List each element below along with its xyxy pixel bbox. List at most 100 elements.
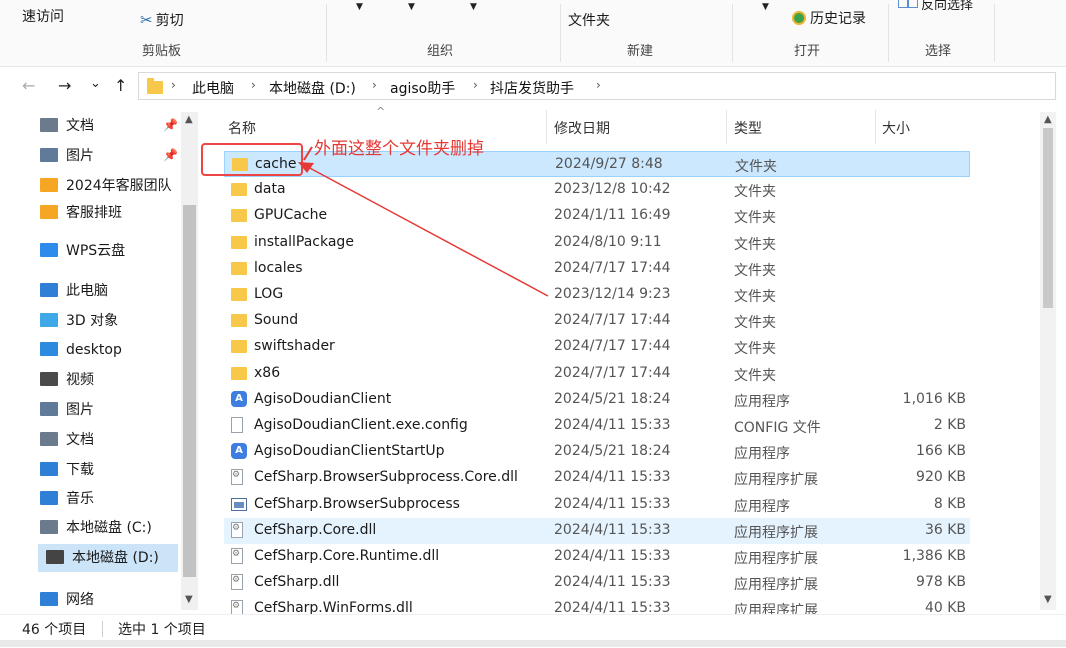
sidebar-item[interactable]: 视频: [40, 366, 94, 394]
recent-locations-icon[interactable]: ⌄: [90, 76, 101, 91]
column-header-type[interactable]: 类型: [734, 118, 762, 138]
file-date: 2024/4/11 15:33: [554, 574, 671, 591]
column-divider[interactable]: [726, 110, 727, 144]
3d-objects-icon: [40, 313, 58, 327]
file-type: 应用程序扩展: [734, 524, 818, 541]
chevron-down-icon[interactable]: ▼: [762, 2, 769, 12]
pin-icon[interactable]: 📌: [163, 148, 178, 162]
breadcrumb-this-pc[interactable]: 此电脑: [192, 78, 234, 98]
document-icon: [40, 118, 58, 132]
quick-access-label[interactable]: 速访问: [22, 6, 64, 26]
file-type: CONFIG 文件: [734, 420, 821, 436]
forward-icon[interactable]: →: [58, 76, 71, 95]
sidebar-scroll-thumb[interactable]: [183, 205, 196, 577]
file-name: GPUCache: [254, 207, 328, 224]
scroll-down-icon[interactable]: ▼: [185, 594, 193, 605]
file-row[interactable]: x86 2024/7/17 17:44 文件夹: [224, 361, 970, 387]
sidebar-item[interactable]: 文档: [40, 426, 94, 454]
file-name: CefSharp.dll: [254, 574, 340, 591]
file-type: 文件夹: [734, 184, 776, 201]
sidebar-item[interactable]: 图片: [40, 396, 94, 424]
chevron-right-icon[interactable]: ›: [473, 78, 478, 92]
breadcrumb-drive-d[interactable]: 本地磁盘 (D:): [269, 78, 356, 98]
window-bottom-edge: [0, 640, 1066, 647]
file-row[interactable]: CefSharp.Core.Runtime.dll 2024/4/11 15:33…: [224, 544, 970, 570]
scroll-up-icon[interactable]: ▲: [185, 114, 193, 125]
sidebar-item-label: WPS云盘: [66, 243, 126, 259]
group-open: 打开: [794, 44, 821, 59]
file-type: 文件夹: [735, 159, 777, 175]
chevron-down-icon[interactable]: ▼: [408, 2, 415, 12]
file-row[interactable]: locales 2024/7/17 17:44 文件夹: [224, 256, 970, 282]
back-icon[interactable]: ←: [22, 76, 35, 95]
breadcrumb-agiso[interactable]: agiso助手: [390, 78, 455, 98]
file-list-scroll-thumb[interactable]: [1043, 128, 1053, 308]
scroll-up-icon[interactable]: ▲: [1044, 114, 1052, 125]
file-date: 2024/5/21 18:24: [554, 390, 671, 407]
video-icon: [40, 372, 58, 386]
folder-icon: [147, 78, 163, 94]
sidebar-item[interactable]: 文档: [40, 112, 94, 140]
file-row[interactable]: A AgisoDoudianClientStartUp 2024/5/21 18:2…: [224, 439, 970, 465]
column-divider[interactable]: [875, 110, 876, 144]
sidebar-item[interactable]: WPS云盘: [40, 237, 125, 265]
sidebar-item[interactable]: 2024年客服团队: [40, 172, 172, 200]
up-icon[interactable]: ↑: [114, 76, 127, 95]
scroll-down-icon[interactable]: ▼: [1044, 594, 1052, 605]
file-row[interactable]: swiftshader 2024/7/17 17:44 文件夹: [224, 334, 970, 360]
file-row[interactable]: AgisoDoudianClient.exe.config 2024/4/11 1…: [224, 413, 970, 439]
sidebar-item[interactable]: 此电脑: [40, 277, 108, 305]
file-type: 文件夹: [734, 236, 776, 253]
column-divider[interactable]: [546, 110, 547, 144]
pin-icon[interactable]: 📌: [163, 118, 178, 132]
reverse-select-button[interactable]: 反向选择: [898, 0, 973, 13]
file-size: 1,386 KB: [902, 548, 966, 564]
sidebar-item[interactable]: 音乐: [40, 485, 94, 513]
sidebar-item[interactable]: 图片: [40, 142, 94, 170]
chevron-right-icon[interactable]: ›: [372, 78, 377, 92]
file-row[interactable]: GPUCache 2024/1/11 16:49 文件夹: [224, 203, 970, 229]
file-row[interactable]: CefSharp.BrowserSubprocess.Core.dll 2024/…: [224, 465, 970, 491]
column-header-name[interactable]: 名称: [228, 118, 256, 138]
sidebar-item[interactable]: 网络: [40, 586, 94, 614]
file-size: 978 KB: [916, 574, 966, 591]
file-row[interactable]: CefSharp.dll 2024/4/11 15:33 应用程序扩展 978 KB: [224, 570, 970, 596]
sidebar-item[interactable]: 下载: [40, 456, 94, 484]
sidebar-item-label: desktop: [66, 342, 122, 358]
file-date: 2024/8/10 9:11: [554, 233, 662, 250]
sidebar-item-label: 音乐: [66, 491, 94, 507]
file-row[interactable]: data 2023/12/8 10:42 文件夹: [224, 177, 970, 203]
sidebar-item[interactable]: desktop: [40, 336, 122, 364]
breadcrumb-douyin-helper[interactable]: 抖店发货助手: [490, 78, 574, 98]
chevron-right-icon[interactable]: ›: [251, 78, 256, 92]
network-icon: [40, 592, 58, 606]
column-header-size[interactable]: 大小: [882, 118, 910, 138]
history-button[interactable]: 历史记录: [792, 8, 866, 28]
new-folder-button[interactable]: 文件夹: [568, 10, 610, 30]
cut-button[interactable]: ✂ 剪切: [140, 10, 184, 30]
chevron-down-icon[interactable]: ▼: [470, 2, 477, 12]
file-type: 应用程序扩展: [734, 472, 818, 489]
sidebar-item[interactable]: 3D 对象: [40, 307, 118, 335]
file-row[interactable]: LOG 2023/12/14 9:23 文件夹: [224, 282, 970, 308]
sidebar-item[interactable]: 本地磁盘 (C:): [40, 514, 152, 542]
chevron-right-icon[interactable]: ›: [171, 78, 176, 92]
file-row[interactable]: CefSharp.BrowserSubprocess 2024/4/11 15:3…: [224, 492, 970, 518]
item-count: 46 个项目: [22, 622, 87, 638]
address-bar[interactable]: › 此电脑 › 本地磁盘 (D:) › agiso助手 › 抖店发货助手 ›: [138, 72, 1056, 100]
chevron-down-icon[interactable]: ▼: [356, 2, 363, 12]
sidebar-item[interactable]: 客服排班: [40, 199, 122, 227]
selected-count: 选中 1 个项目: [118, 622, 206, 638]
file-row[interactable]: Sound 2024/7/17 17:44 文件夹: [224, 308, 970, 334]
file-name: CefSharp.Core.Runtime.dll: [254, 548, 440, 564]
sidebar-item-label: 图片: [66, 148, 94, 164]
file-row[interactable]: CefSharp.Core.dll 2024/4/11 15:33 应用程序扩展 36…: [224, 517, 970, 544]
sidebar-item[interactable]: 本地磁盘 (D:): [38, 544, 178, 572]
column-header-date[interactable]: 修改日期: [554, 118, 610, 138]
file-row[interactable]: A AgisoDoudianClient 2024/5/21 18:24 应用程序 1,…: [224, 387, 970, 413]
file-row[interactable]: installPackage 2024/8/10 9:11 文件夹: [224, 230, 970, 256]
chevron-right-icon[interactable]: ›: [596, 78, 601, 92]
sidebar-item-label: 视频: [66, 372, 94, 388]
file-name: CefSharp.BrowserSubprocess: [254, 495, 460, 512]
file-type: 应用程序: [734, 446, 790, 463]
